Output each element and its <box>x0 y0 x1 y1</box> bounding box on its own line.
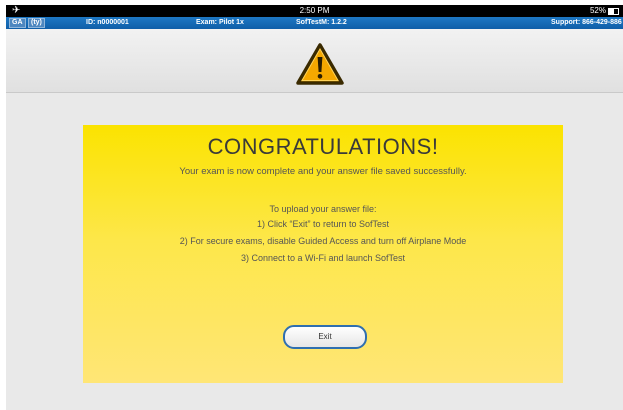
status-time: 2:50 PM <box>299 6 330 15</box>
congratulations-heading: CONGRATULATIONS! <box>207 134 439 159</box>
app-version: SofTestM: 1.2.2 <box>296 19 347 26</box>
exam-taker-id: ID: n0000001 <box>86 19 129 26</box>
support-phone: Support: 866-429-886 <box>551 19 622 26</box>
instruction-step-2: 2) For secure exams, disable Guided Acce… <box>179 236 467 246</box>
completion-message: Your exam is now complete and your answe… <box>179 166 467 177</box>
ipad-screen: ✈ 2:50 PM 52% GA (ty) ID: n0000001 Exam:… <box>6 5 623 410</box>
instruction-step-1: 1) Click “Exit” to return to SofTest <box>256 219 390 229</box>
completion-panel: CONGRATULATIONS! Your exam is now comple… <box>83 125 563 383</box>
battery-percent: 52% <box>589 6 606 15</box>
ios-status-bar: ✈ 2:50 PM 52% <box>6 5 623 17</box>
content-area: CONGRATULATIONS! Your exam is now comple… <box>6 93 623 410</box>
header-band <box>6 29 623 93</box>
exit-button[interactable]: Exit <box>283 325 367 349</box>
battery-icon <box>608 7 619 15</box>
instruction-step-3: 3) Connect to a Wi-Fi and launch SofTest <box>240 253 406 263</box>
battery-indicator: 52% <box>590 5 619 17</box>
exam-info-bar: GA (ty) ID: n0000001 Exam: Pilot 1x SofT… <box>6 17 623 29</box>
upload-instructions-heading: To upload your answer file: <box>269 204 377 214</box>
exam-name: Exam: Pilot 1x <box>196 19 244 26</box>
warning-icon <box>296 43 344 85</box>
